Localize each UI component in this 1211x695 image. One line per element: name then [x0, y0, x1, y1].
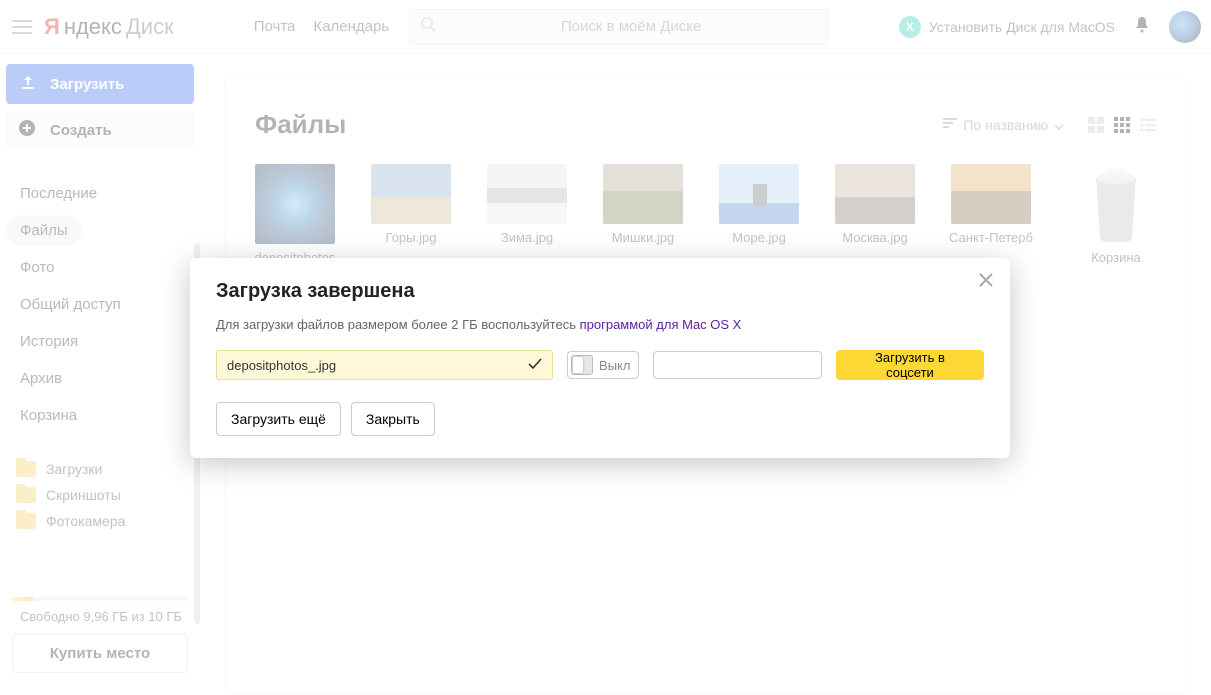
- uploaded-file-field[interactable]: depositphotos_.jpg: [216, 350, 553, 380]
- share-social-button[interactable]: Загрузить в соцсети: [836, 350, 984, 380]
- modal-mac-link[interactable]: программой для Mac OS X: [580, 317, 742, 332]
- uploaded-file-name: depositphotos_.jpg: [227, 358, 336, 373]
- upload-more-button[interactable]: Загрузить ещё: [216, 402, 341, 436]
- share-toggle[interactable]: Выкл: [567, 351, 639, 379]
- modal-subtitle-text: Для загрузки файлов размером более 2 ГБ …: [216, 317, 580, 332]
- share-link-field[interactable]: [653, 351, 821, 379]
- close-icon[interactable]: [978, 272, 994, 293]
- modal-title: Загрузка завершена: [216, 280, 984, 303]
- toggle-label: Выкл: [599, 358, 630, 373]
- toggle-knob: [573, 357, 583, 373]
- check-icon: [528, 358, 542, 373]
- modal-subtitle: Для загрузки файлов размером более 2 ГБ …: [216, 317, 984, 332]
- toggle-track: [571, 355, 593, 375]
- modal-row: depositphotos_.jpg Выкл Загрузить в соцс…: [216, 350, 984, 380]
- close-button[interactable]: Закрыть: [351, 402, 435, 436]
- upload-complete-modal: Загрузка завершена Для загрузки файлов р…: [190, 258, 1010, 458]
- modal-actions: Загрузить ещё Закрыть: [216, 402, 984, 436]
